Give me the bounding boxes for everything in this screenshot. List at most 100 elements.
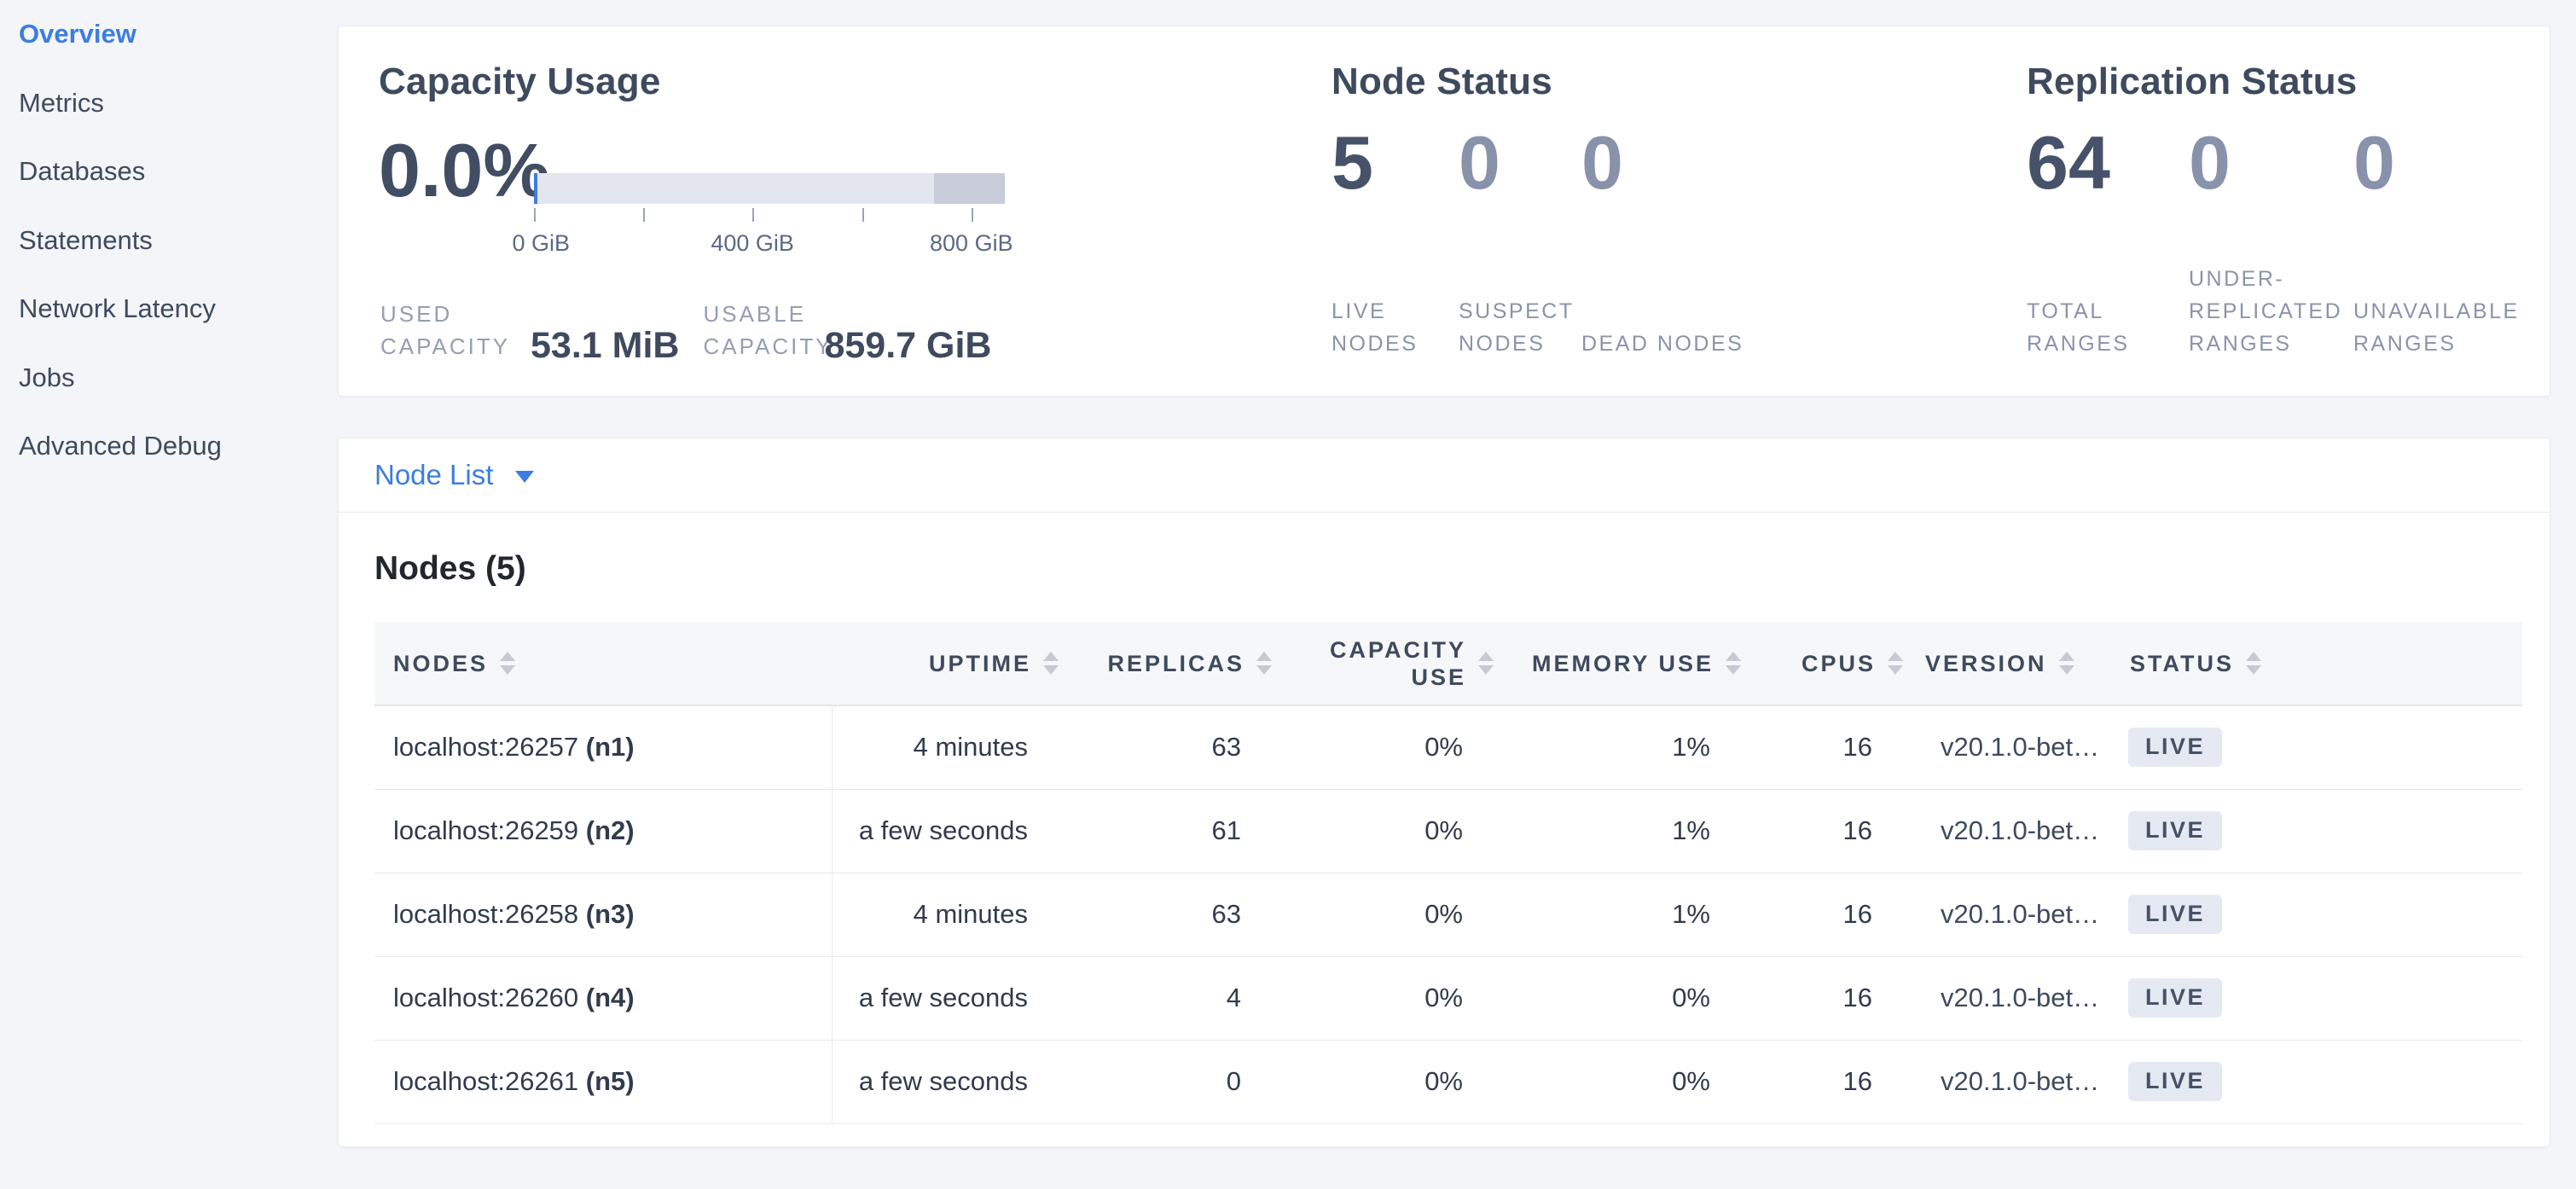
sidebar: OverviewMetricsDatabasesStatementsNetwor… <box>0 0 322 481</box>
column-header-memory-use[interactable]: MEMORY USE <box>1497 622 1744 705</box>
uptime-cell: 4 minutes <box>832 873 1062 956</box>
column-header-replicas[interactable]: REPLICAS <box>1062 622 1275 705</box>
sidebar-item-jobs[interactable]: Jobs <box>0 344 322 413</box>
status-cell: LIVE <box>2111 956 2522 1040</box>
version-cell: v20.1.0-bet… <box>1906 705 2111 789</box>
sort-arrows-icon <box>2246 652 2261 675</box>
node-status-stats: 5 LIVE NODES 0 SUSPECT NODES 0 DEAD NODE… <box>1332 122 1752 360</box>
sidebar-item-databases[interactable]: Databases <box>0 137 322 206</box>
status-cell: LIVE <box>2111 789 2522 873</box>
status-badge: LIVE <box>2128 978 2222 1018</box>
usable-capacity-value: 859.7 GiB <box>824 328 991 362</box>
sort-arrows-icon <box>1043 652 1059 675</box>
column-header-status[interactable]: STATUS <box>2111 622 2522 705</box>
node-list-dropdown-label: Node List <box>374 459 493 491</box>
capacity-use-cell: 0% <box>1275 789 1497 873</box>
node-address-cell[interactable]: localhost:26260 (n4) <box>374 956 832 1040</box>
capacity-use-cell: 0% <box>1275 705 1497 789</box>
capacity-metrics: USED CAPACITY 53.1 MiB USABLE CAPACITY 8… <box>380 298 1015 362</box>
replicas-cell: 63 <box>1062 705 1275 789</box>
sidebar-item-metrics[interactable]: Metrics <box>0 69 322 138</box>
sort-arrows-icon <box>1888 652 1903 675</box>
column-header-version[interactable]: VERSION <box>1906 622 2111 705</box>
node-address-cell[interactable]: localhost:26257 (n1) <box>374 705 832 789</box>
sort-arrows-icon <box>1726 652 1741 675</box>
used-capacity-value: 53.1 MiB <box>531 328 679 362</box>
nodes-table-body: localhost:26257 (n1)4 minutes630%1%16v20… <box>374 705 2522 1123</box>
sort-arrows-icon <box>2059 652 2074 675</box>
version-cell: v20.1.0-bet… <box>1906 789 2111 873</box>
replication-stats: 64 TOTAL RANGES 0 UNDER-REPLICATED RANGE… <box>2027 122 2538 360</box>
version-cell: v20.1.0-bet… <box>1906 1040 2111 1123</box>
node-list-card: Node List Nodes (5) NODESUPTIMEREPLICASC… <box>338 438 2550 1147</box>
axis-label-0: 0 GiB <box>513 230 571 257</box>
capacity-bar-used-marker <box>534 173 537 204</box>
table-row[interactable]: localhost:26260 (n4)a few seconds40%0%16… <box>374 956 2522 1040</box>
sort-arrows-icon <box>500 652 515 675</box>
cpus-cell: 16 <box>1744 1040 1906 1123</box>
capacity-axis-ticks <box>534 208 1005 223</box>
sort-arrows-icon <box>1256 652 1272 675</box>
replicas-cell: 63 <box>1062 873 1275 956</box>
memory-use-cell: 1% <box>1497 705 1744 789</box>
node-address-cell[interactable]: localhost:26259 (n2) <box>374 789 832 873</box>
column-header-uptime[interactable]: UPTIME <box>832 622 1062 705</box>
node-list-dropdown[interactable]: Node List <box>374 459 534 491</box>
cluster-overview-card: Capacity Usage 0.0% 0 GiB 400 GiB 800 Gi… <box>338 26 2550 397</box>
replicas-cell: 4 <box>1062 956 1275 1040</box>
capacity-usage-title: Capacity Usage <box>379 61 661 103</box>
capacity-bar-other-segment <box>934 173 1005 204</box>
sidebar-item-network-latency[interactable]: Network Latency <box>0 275 322 344</box>
live-nodes-stat: 5 LIVE NODES <box>1332 122 1459 360</box>
total-ranges-stat: 64 TOTAL RANGES <box>2027 122 2189 360</box>
capacity-use-cell: 0% <box>1275 1040 1497 1123</box>
status-cell: LIVE <box>2111 873 2522 956</box>
status-badge: LIVE <box>2128 728 2222 767</box>
sort-arrows-icon <box>1478 652 1494 675</box>
column-header-capacity-use[interactable]: CAPACITY USE <box>1275 622 1497 705</box>
uptime-cell: a few seconds <box>832 1040 1062 1123</box>
suspect-nodes-stat: 0 SUSPECT NODES <box>1459 122 1581 360</box>
table-row[interactable]: localhost:26259 (n2)a few seconds610%1%1… <box>374 789 2522 873</box>
replication-status-title: Replication Status <box>2027 61 2357 103</box>
status-badge: LIVE <box>2128 895 2222 934</box>
node-address-cell[interactable]: localhost:26261 (n5) <box>374 1040 832 1123</box>
status-badge: LIVE <box>2128 811 2222 850</box>
capacity-bar-track <box>534 173 1005 204</box>
node-status-title: Node Status <box>1332 61 1552 103</box>
memory-use-cell: 0% <box>1497 956 1744 1040</box>
column-header-cpus[interactable]: CPUS <box>1744 622 1906 705</box>
chevron-down-icon <box>515 471 534 483</box>
table-row[interactable]: localhost:26258 (n3)4 minutes630%1%16v20… <box>374 873 2522 956</box>
axis-label-800: 800 GiB <box>930 230 1013 257</box>
nodes-table: NODESUPTIMEREPLICASCAPACITY USEMEMORY US… <box>374 622 2514 1124</box>
capacity-usage-panel: Capacity Usage 0.0% 0 GiB 400 GiB 800 Gi… <box>379 26 1326 396</box>
sidebar-item-statements[interactable]: Statements <box>0 206 322 276</box>
unavailable-ranges-stat: 0 UNAVAILABLE RANGES <box>2353 122 2538 360</box>
memory-use-cell: 1% <box>1497 789 1744 873</box>
cpus-cell: 16 <box>1744 873 1906 956</box>
table-header-row: NODESUPTIMEREPLICASCAPACITY USEMEMORY US… <box>374 622 2522 705</box>
table-row[interactable]: localhost:26257 (n1)4 minutes630%1%16v20… <box>374 705 2522 789</box>
replicas-cell: 0 <box>1062 1040 1275 1123</box>
table-row[interactable]: localhost:26261 (n5)a few seconds00%0%16… <box>374 1040 2522 1123</box>
under-replicated-ranges-stat: 0 UNDER-REPLICATED RANGES <box>2189 122 2353 360</box>
memory-use-cell: 0% <box>1497 1040 1744 1123</box>
capacity-bar: 0 GiB 400 GiB 800 GiB <box>534 173 1005 258</box>
node-address-cell[interactable]: localhost:26258 (n3) <box>374 873 832 956</box>
cpus-cell: 16 <box>1744 789 1906 873</box>
memory-use-cell: 1% <box>1497 873 1744 956</box>
used-capacity-label: USED CAPACITY <box>380 298 531 362</box>
replication-status-panel: Replication Status 64 TOTAL RANGES 0 UND… <box>2027 26 2538 396</box>
sidebar-item-overview[interactable]: Overview <box>0 0 322 69</box>
capacity-used-percent: 0.0% <box>379 127 550 214</box>
usable-capacity-label: USABLE CAPACITY <box>703 298 824 362</box>
nodes-count-heading: Nodes (5) <box>374 550 2550 588</box>
view-selector-row: Node List <box>339 438 2550 513</box>
capacity-use-cell: 0% <box>1275 873 1497 956</box>
capacity-axis-labels: 0 GiB 400 GiB 800 GiB <box>534 230 1005 258</box>
node-status-panel: Node Status 5 LIVE NODES 0 SUSPECT NODES… <box>1332 26 2005 396</box>
sidebar-item-advanced-debug[interactable]: Advanced Debug <box>0 412 322 481</box>
capacity-use-cell: 0% <box>1275 956 1497 1040</box>
column-header-nodes[interactable]: NODES <box>374 622 832 705</box>
